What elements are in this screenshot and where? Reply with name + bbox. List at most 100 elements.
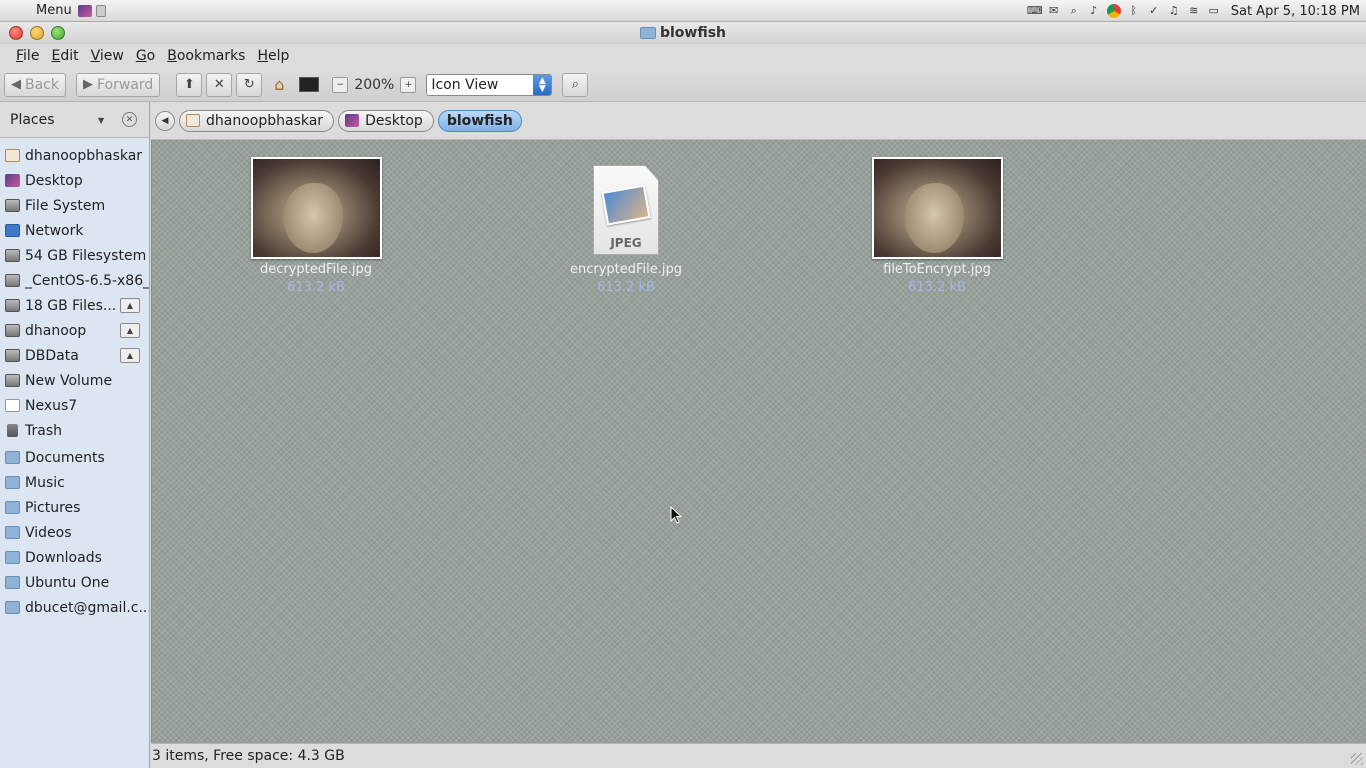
forward-button[interactable]: ▶ Forward (76, 72, 161, 97)
back-button[interactable]: ◀ Back (4, 72, 66, 97)
sidebar-item-pictures[interactable]: Pictures (0, 495, 149, 520)
computer-button[interactable] (296, 73, 322, 97)
menu-help[interactable]: Help (251, 48, 295, 64)
sidebar-item-label: Pictures (25, 499, 81, 516)
menu-edit[interactable]: Edit (45, 48, 84, 64)
zoom-out-button[interactable]: − (332, 76, 349, 93)
sidebar-item-nexus7[interactable]: Nexus7 (0, 393, 149, 418)
sidebar-item-centos[interactable]: _CentOS-6.5-x86_ (0, 268, 149, 293)
clock[interactable]: Sat Apr 5, 10:18 PM (1231, 4, 1360, 19)
keyboard-indicator-icon[interactable]: ⌨ (1027, 4, 1043, 18)
reload-icon: ↻ (243, 77, 255, 92)
sidebar-item-18gb-files[interactable]: 18 GB Files... ▲ (0, 293, 149, 318)
file-item-decrypted[interactable]: decryptedFile.jpg 613.2 kB (231, 157, 401, 295)
home-button[interactable]: ⌂ (266, 73, 292, 97)
sidebar-item-videos[interactable]: Videos (0, 520, 149, 545)
path-back-button[interactable]: ◀ (155, 110, 175, 131)
search-indicator-icon[interactable]: ⌕ (1067, 4, 1081, 18)
system-top-panel: Menu ⌨ ✉ ⌕ ♪ ᛒ ✓ ♫ ≋ ▭ Sat Apr 5, 10:18 … (0, 0, 1366, 22)
crumb-label: blowfish (446, 112, 513, 129)
crumb-home[interactable]: dhanoopbhaskar (179, 109, 335, 132)
file-item-to-encrypt[interactable]: fileToEncrypt.jpg 613.2 kB (852, 157, 1022, 295)
sidebar-item-label: Ubuntu One (25, 574, 110, 591)
breadcrumb: ◀ dhanoopbhaskar Desktop blowfish (151, 102, 1366, 140)
jpeg-file-icon: JPEG (593, 165, 659, 255)
sidebar-item-network[interactable]: Network (0, 218, 149, 243)
up-button[interactable]: ⬆ (176, 72, 203, 97)
sidebar-item-label: _CentOS-6.5-x86_ (25, 272, 149, 289)
view-mode-select[interactable]: Icon View ▲ ▼ (426, 73, 553, 96)
sidebar-item-music[interactable]: Music (0, 470, 149, 495)
sidebar-item-dbdata[interactable]: DBData ▲ (0, 343, 149, 368)
sidebar-item-documents[interactable]: Documents (0, 445, 149, 470)
window-titlebar[interactable]: blowfish (0, 22, 1366, 44)
sidebar-item-desktop[interactable]: Desktop (0, 168, 149, 193)
eject-icon[interactable]: ▲ (120, 348, 140, 363)
security-indicator-icon[interactable]: ✓ (1147, 4, 1161, 18)
stop-button[interactable]: ✕ (206, 72, 233, 97)
file-browser-content: ◀ dhanoopbhaskar Desktop blowfish decryp… (151, 102, 1366, 768)
trash-icon (7, 424, 18, 437)
sidebar-item-home[interactable]: dhanoopbhaskar (0, 143, 149, 168)
sidebar-title[interactable]: Places (10, 112, 55, 128)
sound-indicator-icon[interactable]: ♪ (1087, 4, 1101, 18)
zoom-in-button[interactable]: + (400, 76, 417, 93)
terminal-launcher-icon[interactable] (95, 4, 106, 17)
sidebar-item-label: 54 GB Filesystem (25, 247, 147, 264)
menu-bookmarks[interactable]: Bookmarks (161, 48, 251, 64)
sidebar-item-trash[interactable]: Trash (0, 418, 149, 443)
status-bar: 3 items, Free space: 4.3 GB (151, 743, 1366, 768)
sidebar-item-dhanoop[interactable]: dhanoop ▲ (0, 318, 149, 343)
places-list: dhanoopbhaskar Desktop File System Netwo… (0, 138, 149, 620)
menu-view[interactable]: View (85, 48, 130, 64)
system-menu-label[interactable]: Menu (36, 3, 72, 18)
folder-icon (639, 27, 656, 39)
sidebar-item-new-volume[interactable]: New Volume (0, 368, 149, 393)
battery-indicator-icon[interactable]: ▭ (1207, 4, 1221, 18)
image-thumbnail (871, 157, 1003, 259)
drive-icon (5, 324, 20, 337)
chrome-indicator-icon[interactable] (1106, 4, 1121, 18)
search-icon: ⌕ (571, 77, 579, 92)
image-thumbnail (250, 157, 382, 259)
sidebar-item-ubuntu-one[interactable]: Ubuntu One (0, 570, 149, 595)
window-title-text: blowfish (659, 25, 727, 41)
crumb-current[interactable]: blowfish (437, 109, 522, 132)
menu-go[interactable]: Go (130, 48, 161, 64)
resize-grip-icon[interactable] (1351, 753, 1363, 765)
arrow-up-icon: ⬆ (183, 77, 195, 92)
reload-button[interactable]: ↻ (236, 72, 263, 97)
stop-icon: ✕ (213, 77, 225, 92)
network-icon (5, 224, 20, 237)
crumb-desktop[interactable]: Desktop (338, 109, 434, 132)
sidebar-item-file-system[interactable]: File System (0, 193, 149, 218)
chevron-down-icon[interactable]: ▼ (98, 116, 104, 125)
sidebar-item-label: 18 GB Files... (25, 297, 117, 314)
search-button[interactable]: ⌕ (562, 72, 589, 97)
eject-icon[interactable]: ▲ (120, 323, 140, 338)
menu-file[interactable]: File (10, 48, 45, 64)
sidebar-item-54gb-filesystem[interactable]: 54 GB Filesystem (0, 243, 149, 268)
folder-icon (5, 451, 20, 464)
folder-icon (5, 576, 20, 589)
file-icon-view[interactable]: decryptedFile.jpg 613.2 kB JPEG encrypte… (151, 140, 1366, 743)
eject-icon[interactable]: ▲ (120, 298, 140, 313)
mail-indicator-icon[interactable]: ✉ (1047, 4, 1061, 18)
desktop-launcher-icon[interactable] (77, 4, 92, 17)
sidebar-item-downloads[interactable]: Downloads (0, 545, 149, 570)
sidebar-item-gmail[interactable]: dbucet@gmail.c... (0, 595, 149, 620)
drive-icon (5, 374, 20, 387)
minimize-window-button[interactable] (30, 26, 44, 40)
file-item-encrypted[interactable]: JPEG encryptedFile.jpg 613.2 kB (541, 157, 711, 295)
sidebar-item-label: dhanoop (25, 322, 87, 339)
maximize-window-button[interactable] (51, 26, 65, 40)
close-sidebar-button[interactable]: ✕ (122, 112, 137, 127)
arrow-right-icon: ▶ (83, 77, 93, 92)
volume-indicator-icon[interactable]: ♫ (1167, 4, 1181, 18)
wifi-indicator-icon[interactable]: ≋ (1187, 4, 1201, 18)
arrow-left-icon: ◀ (11, 77, 21, 92)
apple-menu-icon[interactable] (10, 3, 28, 19)
bluetooth-indicator-icon[interactable]: ᛒ (1127, 4, 1141, 18)
zoom-level: 200% (354, 76, 395, 93)
close-window-button[interactable] (9, 26, 23, 40)
